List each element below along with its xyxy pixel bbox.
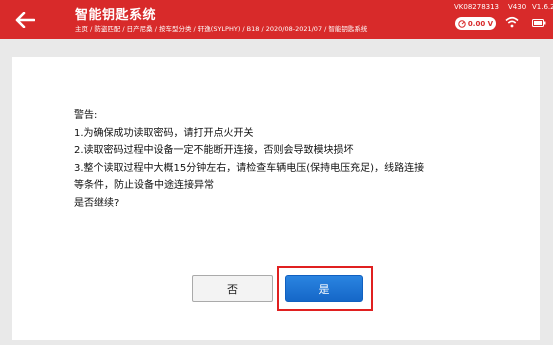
yes-button[interactable]: 是 [285,275,363,302]
message-line: 是否继续? [74,197,120,209]
message-line: 2.读取密码过程中设备一定不能断开连接，否则会导致模块损坏 [74,145,354,156]
voltage-value: 0.00 V [467,19,494,28]
device-serial: VK08278313 [454,3,500,11]
voltage-gauge-icon [458,19,466,28]
breadcrumb: 主页 / 防盗匹配 / 日产尼桑 / 按车型分类 / 轩逸(SYLPHY) / … [75,25,368,33]
warning-dialog: 警告: 1.为确保成功读取密码，请打开点火开关 2.读取密码过程中设备一定不能断… [12,57,540,340]
voltage-badge: 0.00 V [455,17,496,30]
message-line: 1.为确保成功读取密码，请打开点火开关 [74,127,254,139]
message-line: 3.整个读取过程中大概15分钟左右，请检查车辆电压(保持电压充足)，线路连接 [74,162,425,174]
header-bar: 智能钥匙系统 主页 / 防盗匹配 / 日产尼桑 / 按车型分类 / 轩逸(SYL… [0,0,553,39]
page-title: 智能钥匙系统 [75,8,157,23]
warning-message: 警告: 1.为确保成功读取密码，请打开点火开关 2.读取密码过程中设备一定不能断… [74,107,494,212]
battery-icon [532,19,546,27]
wifi-icon [505,16,519,28]
back-arrow-icon [15,11,35,28]
device-model: V430 [508,3,527,11]
message-line: 等条件，防止设备中途连接异常 [74,180,214,191]
software-version: V1.6.2 [532,3,553,11]
no-button[interactable]: 否 [192,275,273,302]
message-line: 警告: [74,110,98,121]
back-button[interactable] [0,0,50,39]
